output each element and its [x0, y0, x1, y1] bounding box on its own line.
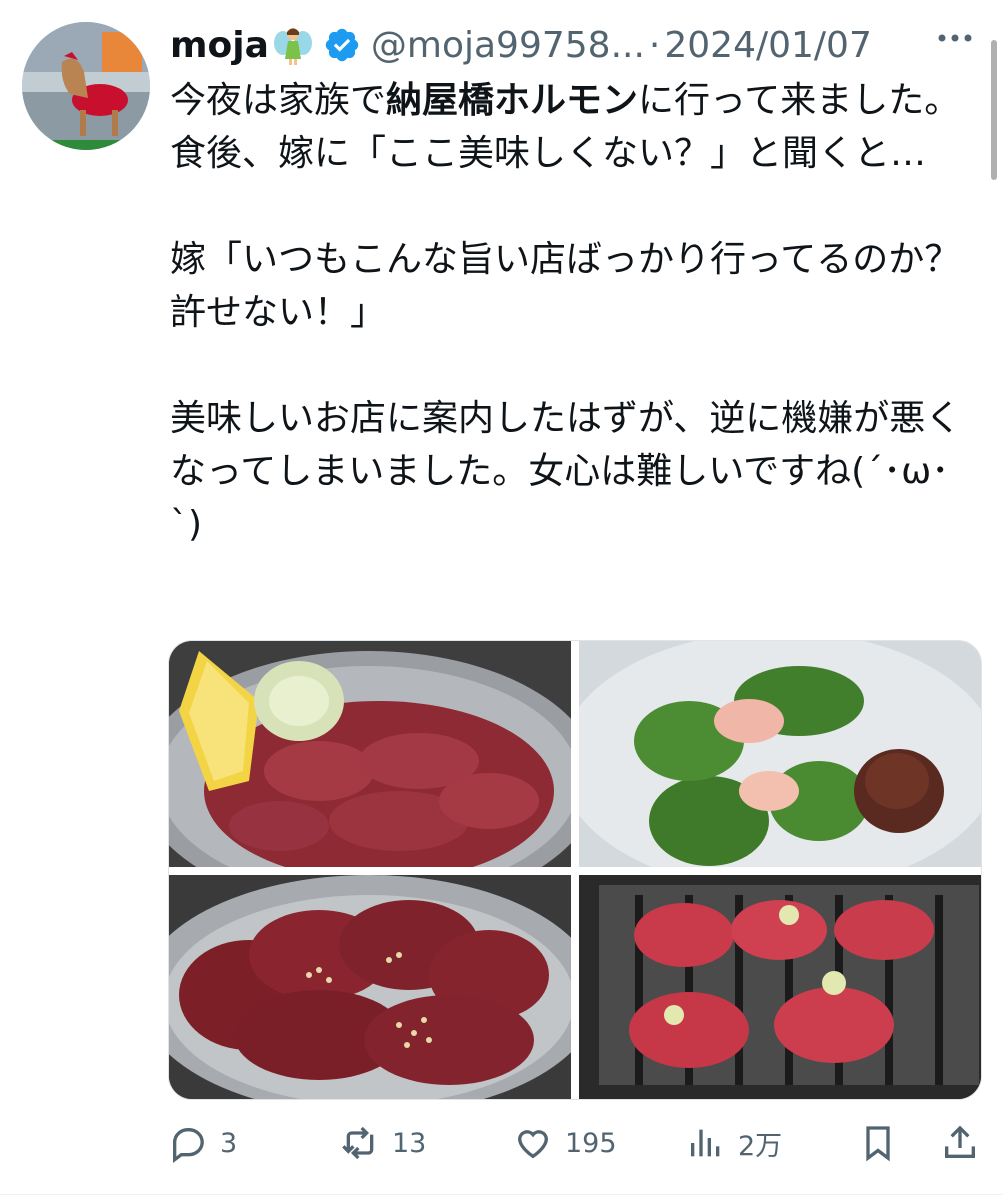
photo-meat-on-grill[interactable]	[579, 875, 981, 1099]
like-button[interactable]: 195	[513, 1118, 617, 1168]
bookmark-button[interactable]	[858, 1118, 898, 1168]
tweet-header: moja @moja99758... · 2024/01/07	[170, 18, 950, 72]
retweet-button[interactable]: 13	[340, 1118, 426, 1168]
views-button[interactable]: 2万	[686, 1118, 782, 1168]
bookmark-icon	[866, 1126, 890, 1162]
fairy-emoji-icon	[273, 25, 313, 65]
divider	[0, 1194, 1003, 1195]
photo-shiso-wrapped-sashimi[interactable]	[579, 641, 981, 867]
heart-icon	[517, 1130, 549, 1159]
tweet-action-bar: 3 13 195 2万	[168, 1118, 980, 1168]
reply-button[interactable]: 3	[168, 1118, 237, 1168]
like-count: 195	[565, 1127, 617, 1159]
tweet-paragraph-3: 美味しいお店に案内したはずが、逆に機嫌が悪くなってしまいました。女心は難しいです…	[170, 398, 962, 545]
avatar[interactable]	[22, 22, 150, 150]
retweet-icon	[342, 1126, 374, 1160]
photo-marbled-beef-plate[interactable]	[169, 875, 571, 1099]
more-options-icon[interactable]	[935, 30, 975, 44]
verified-badge-icon	[323, 26, 361, 64]
views-chart-icon	[691, 1129, 720, 1157]
share-icon	[945, 1125, 975, 1158]
tweet-paragraph-1: 今夜は家族で納屋橋ホルモンに行って来ました。食後、嫁に「ここ美味しくない？」と聞…	[170, 80, 961, 174]
tweet-date[interactable]: 2024/01/07	[664, 25, 872, 66]
scrollbar[interactable]	[991, 40, 997, 180]
display-name[interactable]: moja	[170, 25, 269, 66]
reply-count: 3	[220, 1127, 238, 1159]
restaurant-name: 納屋橋ホルモン	[386, 80, 639, 121]
avatar-image	[22, 22, 150, 150]
photo-beef-tongue-plate[interactable]	[169, 641, 571, 867]
views-count: 2万	[738, 1130, 783, 1162]
user-handle[interactable]: @moja99758...	[371, 25, 645, 66]
retweet-count: 13	[392, 1127, 427, 1159]
media-grid	[168, 640, 982, 1100]
tweet-text: 今夜は家族で納屋橋ホルモンに行って来ました。食後、嫁に「ここ美味しくない？」と聞…	[170, 74, 970, 551]
separator-dot: ·	[648, 24, 661, 66]
share-button[interactable]	[940, 1118, 980, 1168]
tweet-paragraph-2: 嫁「いつもこんな旨い店ばっかり行ってるのか？許せない！」	[170, 239, 961, 333]
reply-icon	[173, 1128, 204, 1163]
